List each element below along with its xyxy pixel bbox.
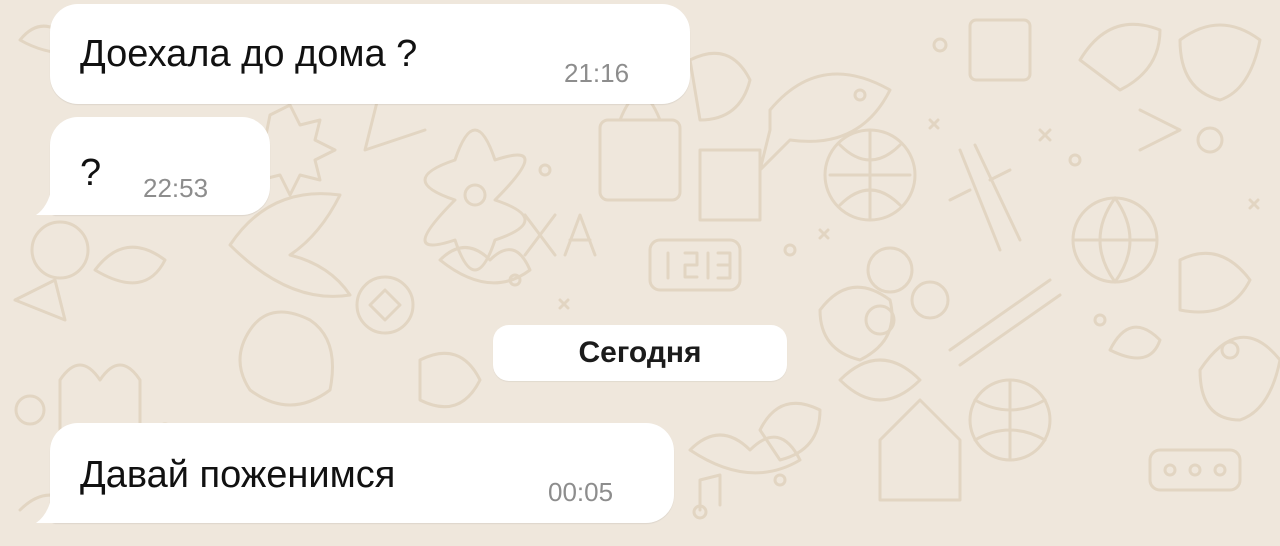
date-separator: Сегодня — [493, 325, 787, 381]
incoming-message-bubble[interactable]: Давай поженимся 00:05 — [50, 423, 674, 523]
message-timestamp: 21:16 — [564, 58, 630, 88]
message-timestamp: 22:53 — [143, 173, 209, 203]
incoming-message-bubble[interactable]: ? 22:53 — [50, 117, 270, 215]
message-text: Доехала до дома ? — [80, 33, 418, 75]
message-tail-icon — [36, 177, 70, 215]
message-tail-icon — [36, 485, 70, 523]
incoming-message-bubble[interactable]: Доехала до дома ? 21:16 — [50, 4, 690, 104]
message-text: ? — [80, 152, 102, 194]
message-timestamp: 00:05 — [548, 477, 614, 507]
message-text: Давай поженимся — [80, 454, 396, 496]
chat-message-area: Доехала до дома ? 21:16 ? 22:53 Сегодня … — [0, 0, 1280, 546]
date-separator-label: Сегодня — [578, 336, 702, 369]
